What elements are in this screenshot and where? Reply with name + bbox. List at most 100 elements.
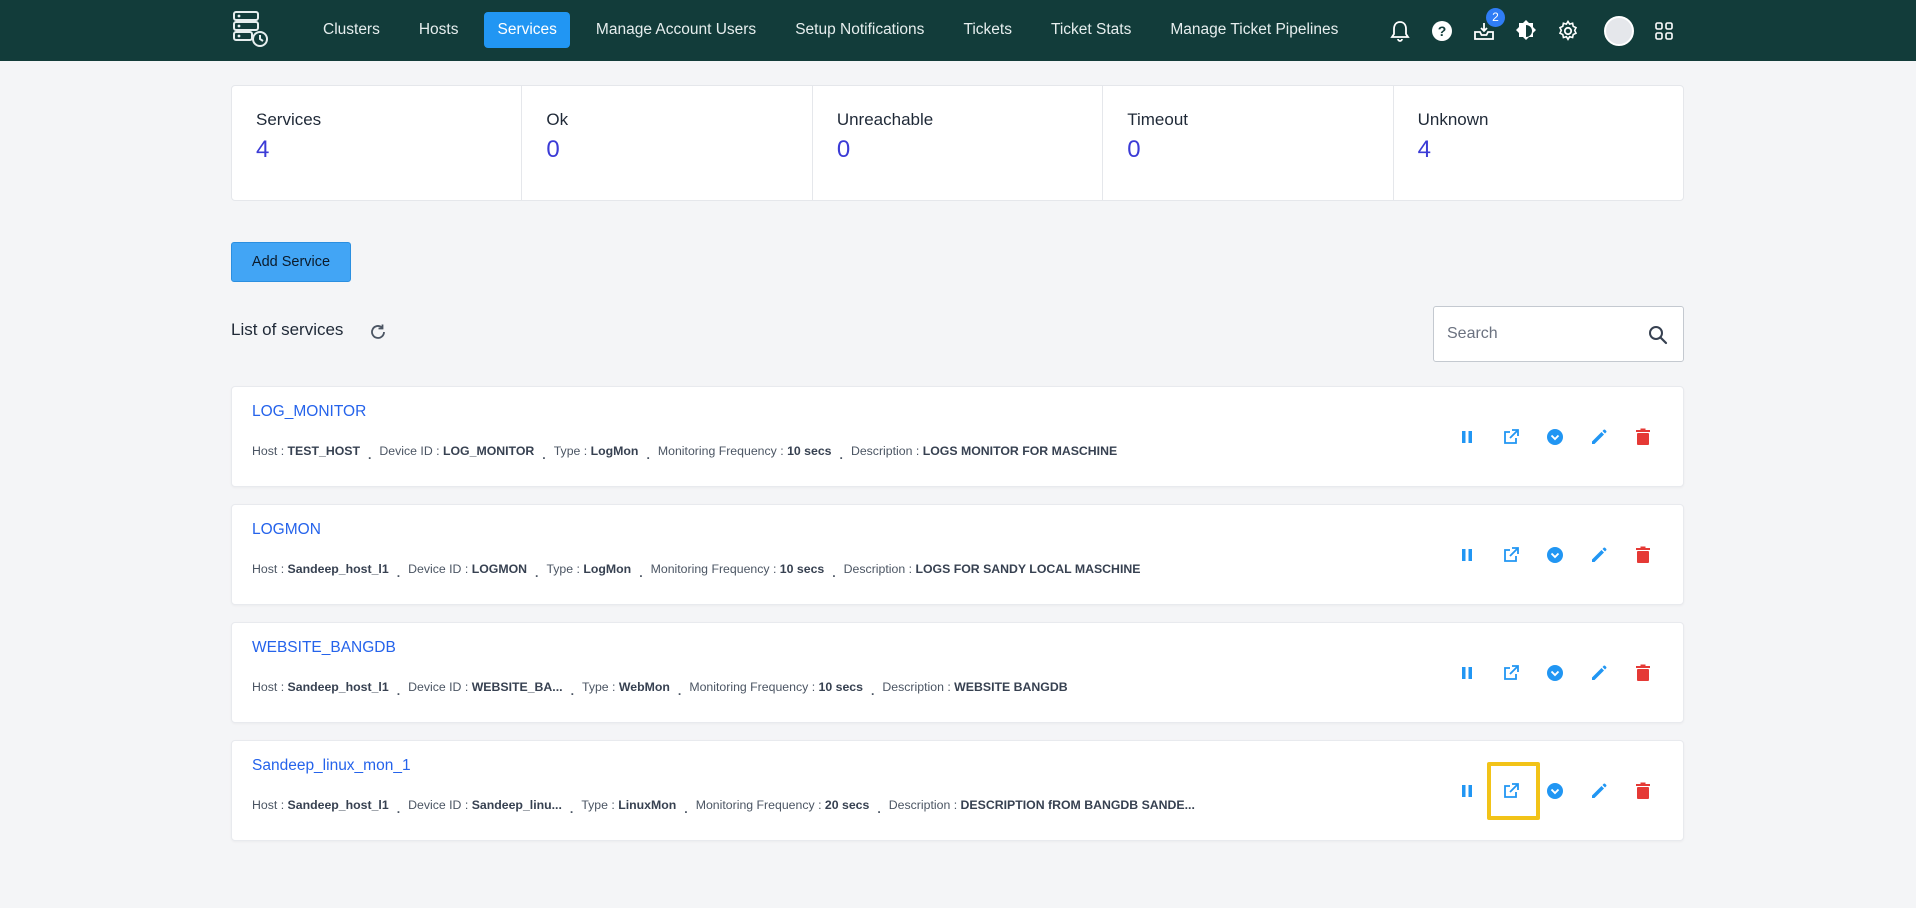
- help-icon[interactable]: ?: [1430, 19, 1454, 43]
- separator: .: [684, 802, 688, 816]
- theme-toggle-icon[interactable]: [1514, 19, 1538, 43]
- frequency-label: Monitoring Frequency :: [695, 798, 822, 812]
- delete-icon[interactable]: [1631, 661, 1655, 685]
- service-name-link[interactable]: Sandeep_linux_mon_1: [252, 757, 411, 775]
- top-navbar: Clusters Hosts Services Manage Account User…: [0, 0, 1916, 61]
- frequency-label: Monitoring Frequency :: [689, 680, 816, 694]
- inbox-badge: 2: [1486, 7, 1505, 27]
- device-id-value: WEBSITE_BA...: [471, 680, 563, 694]
- host-value: Sandeep_host_l1: [287, 680, 389, 694]
- row-actions: [1435, 661, 1655, 685]
- description-value: LOGS FOR SANDY LOCAL MASCHINE: [915, 562, 1141, 576]
- pause-icon[interactable]: [1455, 543, 1479, 567]
- host-label: Host :: [252, 798, 285, 812]
- stat-card-unreachable: Unreachable 0: [813, 86, 1104, 200]
- frequency-value: 10 secs: [787, 444, 832, 458]
- gear-icon[interactable]: [1556, 19, 1580, 43]
- nav-item-setup-notifications[interactable]: Setup Notifications: [782, 12, 937, 48]
- edit-icon[interactable]: [1587, 425, 1611, 449]
- separator: .: [542, 448, 546, 462]
- frequency-value: 20 secs: [824, 798, 870, 812]
- service-row: WEBSITE_BANGDB Host : Sandeep_host_l1. Dev…: [231, 622, 1684, 723]
- separator: .: [839, 448, 843, 462]
- description-value: DESCRIPTION fROM BANGDB SANDE...: [960, 798, 1195, 812]
- device-id-label: Device ID :: [408, 798, 469, 812]
- nav-item-manage-ticket-pipelines[interactable]: Manage Ticket Pipelines: [1157, 12, 1351, 48]
- apps-grid-icon[interactable]: [1652, 19, 1676, 43]
- separator: .: [877, 802, 881, 816]
- stat-value: 4: [1417, 136, 1431, 163]
- expand-details-icon[interactable]: [1543, 425, 1567, 449]
- inbox-icon[interactable]: 2: [1472, 7, 1505, 43]
- separator: .: [832, 566, 836, 580]
- device-id-value: LOG_MONITOR: [442, 444, 535, 458]
- frequency-label: Monitoring Frequency :: [650, 562, 777, 576]
- description-value: LOGS MONITOR FOR MASCHINE: [922, 444, 1118, 458]
- type-label: Type :: [553, 444, 588, 458]
- edit-icon[interactable]: [1587, 661, 1611, 685]
- type-value: LogMon: [583, 562, 632, 576]
- edit-icon[interactable]: [1587, 543, 1611, 567]
- open-external-icon[interactable]: [1499, 779, 1523, 803]
- nav-right-tools: ? 2: [1370, 0, 1676, 61]
- type-value: WebMon: [618, 680, 670, 694]
- nav-item-clusters[interactable]: Clusters: [310, 12, 393, 48]
- search-icon[interactable]: [1647, 324, 1669, 346]
- server-logo-icon[interactable]: [231, 9, 271, 49]
- pause-icon[interactable]: [1455, 425, 1479, 449]
- stat-value: 0: [836, 136, 851, 163]
- frequency-value: 10 secs: [818, 680, 863, 694]
- stat-value: 0: [546, 136, 560, 163]
- separator: .: [646, 448, 650, 462]
- stats-summary: Services 4 Ok 0 Unreachable 0 Timeout 0 Unknown 4: [231, 85, 1684, 201]
- search-box: [1433, 306, 1684, 362]
- type-label: Type :: [546, 562, 580, 576]
- description-label: Description :: [843, 562, 913, 576]
- bell-icon[interactable]: [1388, 19, 1412, 43]
- service-meta: Host : Sandeep_host_l1. Device ID : WEBSI…: [252, 680, 1068, 698]
- nav-item-services[interactable]: Services: [484, 12, 570, 48]
- service-name-link[interactable]: LOG_MONITOR: [252, 403, 366, 421]
- row-actions: [1435, 425, 1655, 449]
- host-value: Sandeep_host_l1: [287, 798, 389, 812]
- delete-icon[interactable]: [1631, 425, 1655, 449]
- open-external-icon[interactable]: [1499, 543, 1523, 567]
- host-label: Host :: [252, 562, 285, 576]
- service-meta: Host : TEST_HOST. Device ID : LOG_MONITOR…: [252, 444, 1118, 462]
- delete-icon[interactable]: [1631, 779, 1655, 803]
- nav-item-ticket-stats[interactable]: Ticket Stats: [1038, 12, 1144, 48]
- expand-details-icon[interactable]: [1543, 543, 1567, 567]
- edit-icon[interactable]: [1587, 779, 1611, 803]
- service-name-link[interactable]: LOGMON: [252, 521, 321, 539]
- stat-label: Unknown: [1417, 110, 1489, 129]
- nav-item-tickets[interactable]: Tickets: [950, 12, 1025, 48]
- separator: .: [677, 684, 682, 698]
- add-service-button[interactable]: Add Service: [231, 242, 351, 282]
- nav-item-manage-account-users[interactable]: Manage Account Users: [583, 12, 769, 48]
- service-meta: Host : Sandeep_host_l1. Device ID : Sande…: [252, 798, 1195, 816]
- pause-icon[interactable]: [1455, 779, 1479, 803]
- open-external-icon[interactable]: [1499, 425, 1523, 449]
- row-actions: [1435, 543, 1655, 567]
- separator: .: [367, 448, 372, 462]
- description-value: WEBSITE BANGDB: [954, 680, 1068, 694]
- pause-icon[interactable]: [1455, 661, 1479, 685]
- open-external-icon[interactable]: [1499, 661, 1523, 685]
- user-avatar[interactable]: [1604, 15, 1634, 46]
- host-label: Host :: [252, 444, 285, 458]
- stat-label: Ok: [546, 110, 569, 129]
- refresh-icon[interactable]: [368, 322, 388, 342]
- separator: .: [535, 566, 539, 580]
- separator: .: [569, 802, 574, 816]
- expand-details-icon[interactable]: [1543, 779, 1567, 803]
- stat-card-services: Services 4: [232, 86, 523, 200]
- type-value: LinuxMon: [618, 798, 677, 812]
- expand-details-icon[interactable]: [1543, 661, 1567, 685]
- svg-text:?: ?: [1438, 23, 1447, 39]
- frequency-label: Monitoring Frequency :: [657, 444, 784, 458]
- delete-icon[interactable]: [1631, 543, 1655, 567]
- type-label: Type :: [581, 680, 616, 694]
- service-name-link[interactable]: WEBSITE_BANGDB: [252, 639, 396, 657]
- nav-item-hosts[interactable]: Hosts: [406, 12, 472, 48]
- search-input[interactable]: [1434, 307, 1639, 361]
